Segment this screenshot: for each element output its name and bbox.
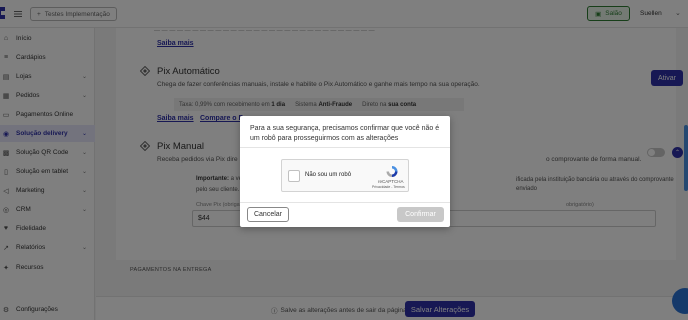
recaptcha-widget: Não sou um robô reCAPTCHA Privacidade - … xyxy=(281,159,409,192)
recaptcha-terms-links[interactable]: Privacidade - Termos xyxy=(372,185,405,189)
cancel-button[interactable]: Cancelar xyxy=(247,207,289,222)
confirm-button[interactable]: Confirmar xyxy=(397,207,444,222)
dialog-message: Para a sua segurança, precisamos confirm… xyxy=(250,125,440,142)
divider xyxy=(240,147,450,148)
recaptcha-brand: reCAPTCHA xyxy=(378,179,404,184)
divider xyxy=(240,202,450,203)
recaptcha-checkbox[interactable] xyxy=(288,170,300,182)
captcha-dialog: Para a sua segurança, precisamos confirm… xyxy=(240,116,450,227)
recaptcha-label: Não sou um robô xyxy=(305,172,352,178)
recaptcha-logo-icon xyxy=(386,166,398,177)
